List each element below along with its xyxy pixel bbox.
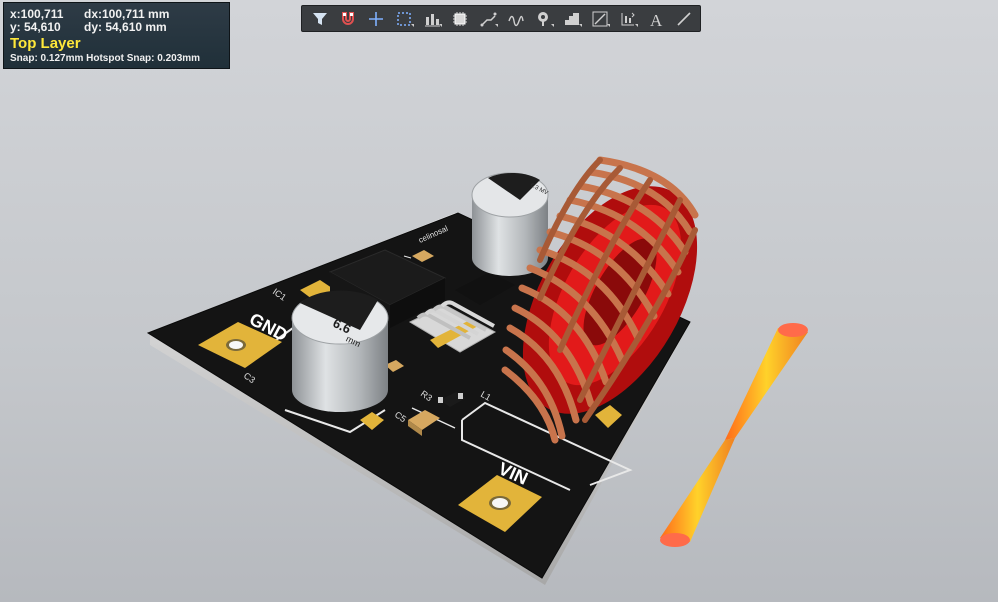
line-button[interactable]	[670, 7, 698, 31]
pcb-3d-scene[interactable]: GND VIN IC1 C3 C5 R3 L1 celinosal 6.6 mm…	[0, 0, 998, 602]
snap-magnet-icon	[342, 11, 354, 25]
route-button[interactable]	[474, 7, 502, 31]
pad-button[interactable]	[530, 7, 558, 31]
select-button[interactable]	[390, 7, 418, 31]
delta-y: dy: 54,610 mm	[84, 20, 167, 34]
capacitor-c3[interactable]: 6.6 mm	[291, 290, 389, 412]
filter-icon	[313, 12, 327, 25]
text-button[interactable]: A	[642, 7, 670, 31]
text-icon: A	[650, 11, 663, 28]
crosshair-icon	[369, 11, 383, 26]
text-tool-glyph: A	[650, 11, 663, 28]
polygon-button[interactable]	[558, 7, 586, 31]
interactive-route-button[interactable]	[502, 7, 530, 31]
origin-cone-marker	[660, 323, 808, 547]
coordinate-info-panel: x:100,711 dx:100,711 mm y: 54,610 dy: 54,6…	[3, 2, 230, 69]
component-button[interactable]	[446, 7, 474, 31]
snap-button[interactable]	[334, 7, 362, 31]
active-bar-toolbar: A	[301, 5, 701, 32]
measure-button[interactable]	[614, 7, 642, 31]
filter-button[interactable]	[306, 7, 334, 31]
line-icon	[677, 11, 691, 26]
dimension-button[interactable]	[586, 7, 614, 31]
component-icon	[453, 11, 467, 26]
crosshair-button[interactable]	[362, 7, 390, 31]
snap-info: Snap: 0.127mm Hotspot Snap: 0.203mm	[10, 53, 201, 64]
interactive-route-icon	[508, 15, 524, 26]
3d-viewport[interactable]: GND VIN IC1 C3 C5 R3 L1 celinosal 6.6 mm…	[0, 0, 998, 602]
current-layer: Top Layer	[10, 35, 81, 52]
align-button[interactable]	[418, 7, 446, 31]
cursor-y: y: 54,610	[10, 20, 61, 34]
